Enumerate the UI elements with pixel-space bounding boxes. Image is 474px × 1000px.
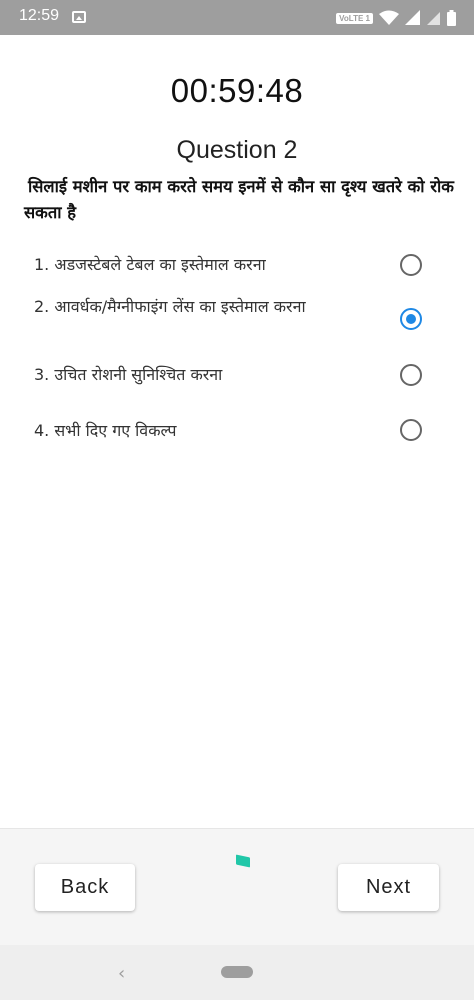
status-time: 12:59 bbox=[19, 7, 60, 24]
system-nav-bar: ‹ bbox=[0, 945, 474, 1000]
radio-button-selected[interactable] bbox=[400, 308, 422, 330]
question-number: Question 2 bbox=[176, 136, 298, 164]
option-label: 3. उचित रोशनी सुनिश्चित करना bbox=[34, 365, 223, 384]
option-3[interactable]: 3. उचित रोशनी सुनिश्चित करना bbox=[34, 362, 434, 388]
signal-icon bbox=[427, 12, 440, 25]
battery-icon bbox=[447, 10, 456, 26]
volte-badge: VoLTE 1 bbox=[336, 12, 373, 24]
back-button[interactable]: Back bbox=[35, 864, 135, 911]
status-bar: 12:59 VoLTE 1 bbox=[0, 0, 474, 35]
question-text: सिलाई मशीन पर काम करते समय इनमें से कौन … bbox=[24, 177, 454, 222]
signal-icon bbox=[405, 10, 420, 25]
nav-home-icon[interactable] bbox=[221, 966, 253, 978]
wifi-icon bbox=[379, 10, 399, 25]
radio-button[interactable] bbox=[400, 419, 422, 441]
image-icon bbox=[72, 11, 86, 23]
option-label: 4. सभी दिए गए विकल्प bbox=[34, 421, 177, 440]
next-button[interactable]: Next bbox=[338, 864, 439, 911]
option-2[interactable]: 2. आवर्धक/मैग्नीफाइंग लेंस का इस्तेमाल क… bbox=[34, 294, 434, 330]
radio-button[interactable] bbox=[400, 254, 422, 276]
option-1[interactable]: 1. अडजस्टेबले टेबल का इस्तेमाल करना bbox=[34, 252, 434, 278]
countdown-timer: 00:59:48 bbox=[170, 72, 304, 109]
status-icons: VoLTE 1 bbox=[336, 8, 456, 28]
nav-back-icon[interactable]: ‹ bbox=[118, 963, 125, 984]
radio-button[interactable] bbox=[400, 364, 422, 386]
option-label: 1. अडजस्टेबले टेबल का इस्तेमाल करना bbox=[34, 255, 266, 274]
option-label: 2. आवर्धक/मैग्नीफाइंग लेंस का इस्तेमाल क… bbox=[34, 297, 306, 316]
option-4[interactable]: 4. सभी दिए गए विकल्प bbox=[34, 418, 434, 444]
